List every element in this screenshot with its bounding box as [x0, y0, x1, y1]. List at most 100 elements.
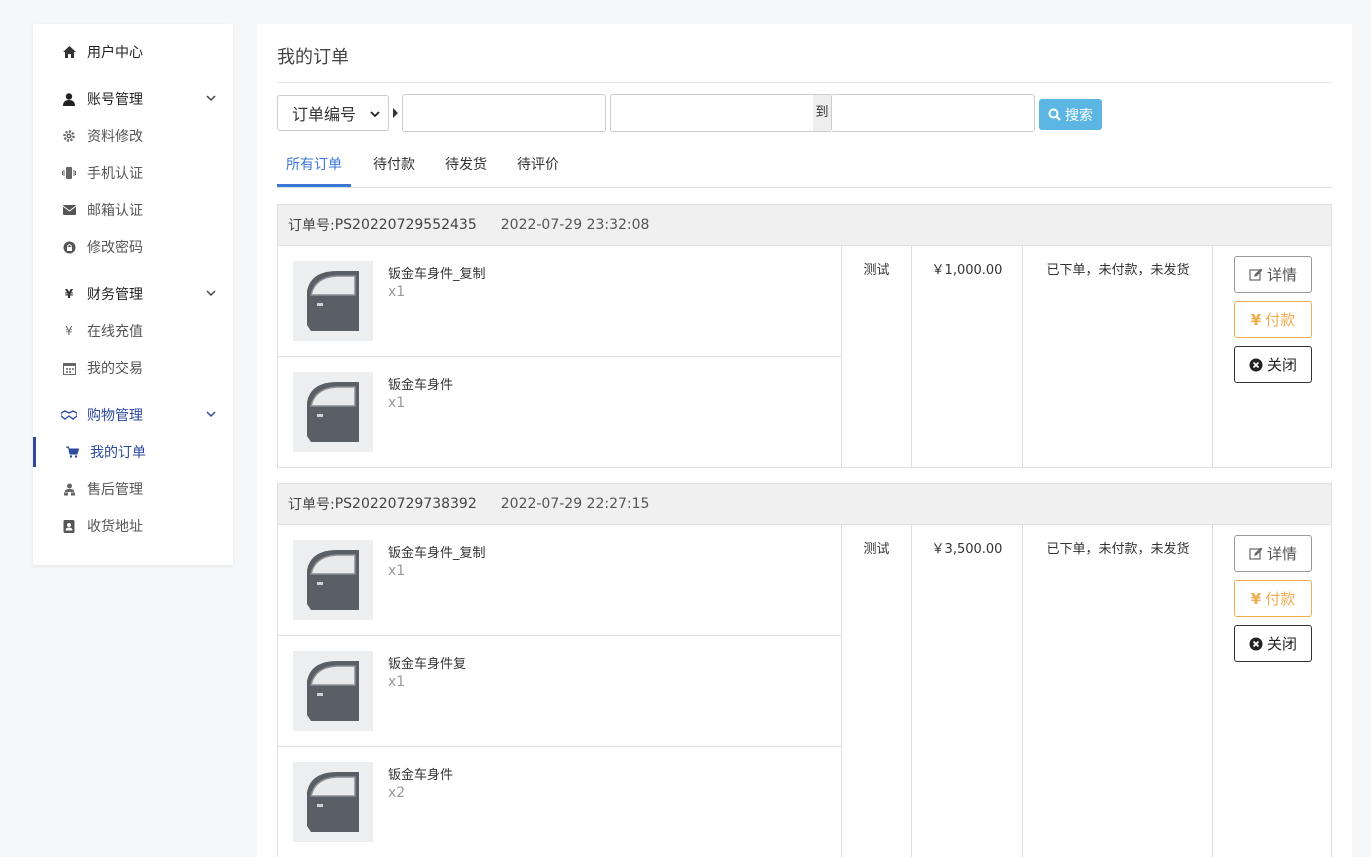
sidebar-item-label: 手机认证 — [87, 166, 143, 182]
sidebar-group-label: 账号管理 — [87, 92, 143, 108]
sidebar-item-user-center[interactable]: 用户中心 — [33, 37, 233, 67]
sidebar-item-my-orders[interactable]: 我的订单 — [33, 437, 233, 467]
close-circle-icon — [1249, 637, 1263, 650]
order-status: 已下单，未付款，未发货 — [1022, 246, 1213, 468]
users-icon — [61, 481, 77, 497]
range-to-label: 到 — [813, 94, 831, 132]
order-item: 钣金车身件 x2 — [278, 747, 842, 857]
order-price: ￥1,000.00 — [911, 246, 1022, 468]
envelope-icon — [61, 202, 77, 218]
product-name[interactable]: 钣金车身件 — [388, 374, 453, 393]
search-field-select-value: 订单编号 — [292, 105, 357, 124]
sidebar-item-transactions[interactable]: 我的交易 — [33, 353, 233, 383]
tab-label: 待付款 — [373, 157, 415, 173]
order-item: 钣金车身件 x1 — [278, 357, 842, 468]
product-thumbnail[interactable] — [293, 261, 373, 341]
pay-button-label: 付款 — [1265, 590, 1296, 608]
sidebar-item-recharge[interactable]: ¥ 在线充值 — [33, 316, 233, 346]
order-tabs: 所有订单 待付款 待发货 待评价 — [277, 146, 1332, 188]
edit-icon — [1249, 547, 1263, 560]
product-thumbnail[interactable] — [293, 762, 373, 842]
order-number-label: 订单号: — [288, 497, 335, 513]
sidebar-item-label: 收货地址 — [87, 519, 143, 535]
detail-button-label: 详情 — [1266, 545, 1297, 563]
tab-all-orders[interactable]: 所有订单 — [277, 154, 351, 187]
sidebar-item-shipping-address[interactable]: 收货地址 — [33, 511, 233, 541]
sidebar-item-label: 资料修改 — [87, 129, 143, 145]
tab-pending-payment[interactable]: 待付款 — [373, 154, 415, 187]
sidebar-group-account[interactable]: 账号管理 — [33, 84, 233, 114]
product-name[interactable]: 钣金车身件 — [388, 764, 453, 783]
sidebar-item-phone-verify[interactable]: 手机认证 — [33, 158, 233, 188]
detail-button-label: 详情 — [1266, 266, 1297, 284]
order-header: 订单号: PS20220729738392 2022-07-29 22:27:15 — [278, 484, 1331, 525]
caret-right-icon — [393, 108, 398, 118]
sidebar-item-label: 在线充值 — [87, 324, 143, 340]
order-number: PS20220729552435 — [334, 217, 477, 233]
sidebar-item-profile-edit[interactable]: 资料修改 — [33, 121, 233, 151]
order-remark: 测试 — [841, 525, 911, 857]
order-number: PS20220729738392 — [334, 496, 477, 512]
title-divider — [277, 82, 1332, 83]
product-thumbnail[interactable] — [293, 651, 373, 731]
yen-icon: ¥ — [1250, 310, 1262, 329]
close-order-button[interactable]: 关闭 — [1234, 625, 1312, 662]
tab-pending-shipment[interactable]: 待发货 — [445, 154, 487, 187]
sidebar-item-label: 售后管理 — [87, 482, 143, 498]
order-number-label: 订单号: — [288, 218, 335, 234]
product-thumbnail[interactable] — [293, 540, 373, 620]
user-icon — [61, 91, 77, 107]
sidebar-item-label: 用户中心 — [87, 45, 143, 61]
search-button[interactable]: 搜索 — [1039, 99, 1102, 130]
sidebar-group-label: 财务管理 — [87, 287, 143, 303]
order-card: 订单号: PS20220729738392 2022-07-29 22:27:15… — [277, 483, 1332, 857]
search-field-select[interactable]: 订单编号 — [277, 95, 389, 131]
pay-button-label: 付款 — [1265, 311, 1296, 329]
detail-button[interactable]: 详情 — [1234, 535, 1312, 572]
sidebar-item-label: 我的交易 — [87, 361, 143, 377]
product-quantity: x1 — [388, 284, 406, 300]
product-thumbnail[interactable] — [293, 372, 373, 452]
chevron-down-icon — [206, 411, 216, 418]
close-button-label: 关闭 — [1266, 635, 1297, 653]
order-remark: 测试 — [841, 246, 911, 468]
order-actions: 详情 ¥ 付款 关闭 — [1212, 246, 1332, 468]
date-to-input[interactable] — [831, 94, 1035, 132]
search-keyword-input[interactable] — [402, 94, 606, 132]
yen-icon: ¥ — [65, 324, 73, 338]
tab-pending-review[interactable]: 待评价 — [517, 154, 559, 187]
sidebar-item-label: 邮箱认证 — [87, 203, 143, 219]
calendar-icon — [61, 360, 77, 376]
product-name[interactable]: 钣金车身件_复制 — [388, 263, 486, 282]
sidebar-item-after-sales[interactable]: 售后管理 — [33, 474, 233, 504]
pay-button[interactable]: ¥ 付款 — [1234, 580, 1312, 617]
sidebar-item-label: 我的订单 — [90, 445, 146, 461]
order-price: ￥3,500.00 — [911, 525, 1022, 857]
order-item: 钣金车身件复 x1 — [278, 636, 842, 747]
car-door-image — [307, 382, 359, 442]
product-quantity: x1 — [388, 674, 406, 690]
pay-button[interactable]: ¥ 付款 — [1234, 301, 1312, 338]
home-icon — [61, 44, 77, 60]
sidebar-group-finance[interactable]: ¥ 财务管理 — [33, 279, 233, 309]
close-button-label: 关闭 — [1266, 356, 1297, 374]
date-from-input[interactable] — [610, 94, 813, 132]
sidebar-item-email-verify[interactable]: 邮箱认证 — [33, 195, 233, 225]
yen-icon: ¥ — [1250, 589, 1262, 608]
order-time: 2022-07-29 23:32:08 — [500, 217, 650, 233]
product-name[interactable]: 钣金车身件复 — [388, 653, 466, 672]
detail-button[interactable]: 详情 — [1234, 256, 1312, 293]
sidebar-group-shopping[interactable]: 购物管理 — [33, 400, 233, 430]
sidebar-item-change-password[interactable]: 修改密码 — [33, 232, 233, 262]
phone-vibrate-icon — [61, 165, 77, 181]
product-name[interactable]: 钣金车身件_复制 — [388, 542, 486, 561]
yen-icon: ¥ — [64, 287, 74, 301]
chevron-down-icon — [206, 95, 216, 102]
close-order-button[interactable]: 关闭 — [1234, 346, 1312, 383]
search-icon — [1048, 108, 1061, 121]
cart-icon — [64, 444, 80, 460]
order-item: 钣金车身件_复制 x1 — [278, 246, 842, 357]
handshake-icon — [61, 407, 77, 423]
car-door-image — [307, 772, 359, 832]
sidebar-group-label: 购物管理 — [87, 408, 143, 424]
